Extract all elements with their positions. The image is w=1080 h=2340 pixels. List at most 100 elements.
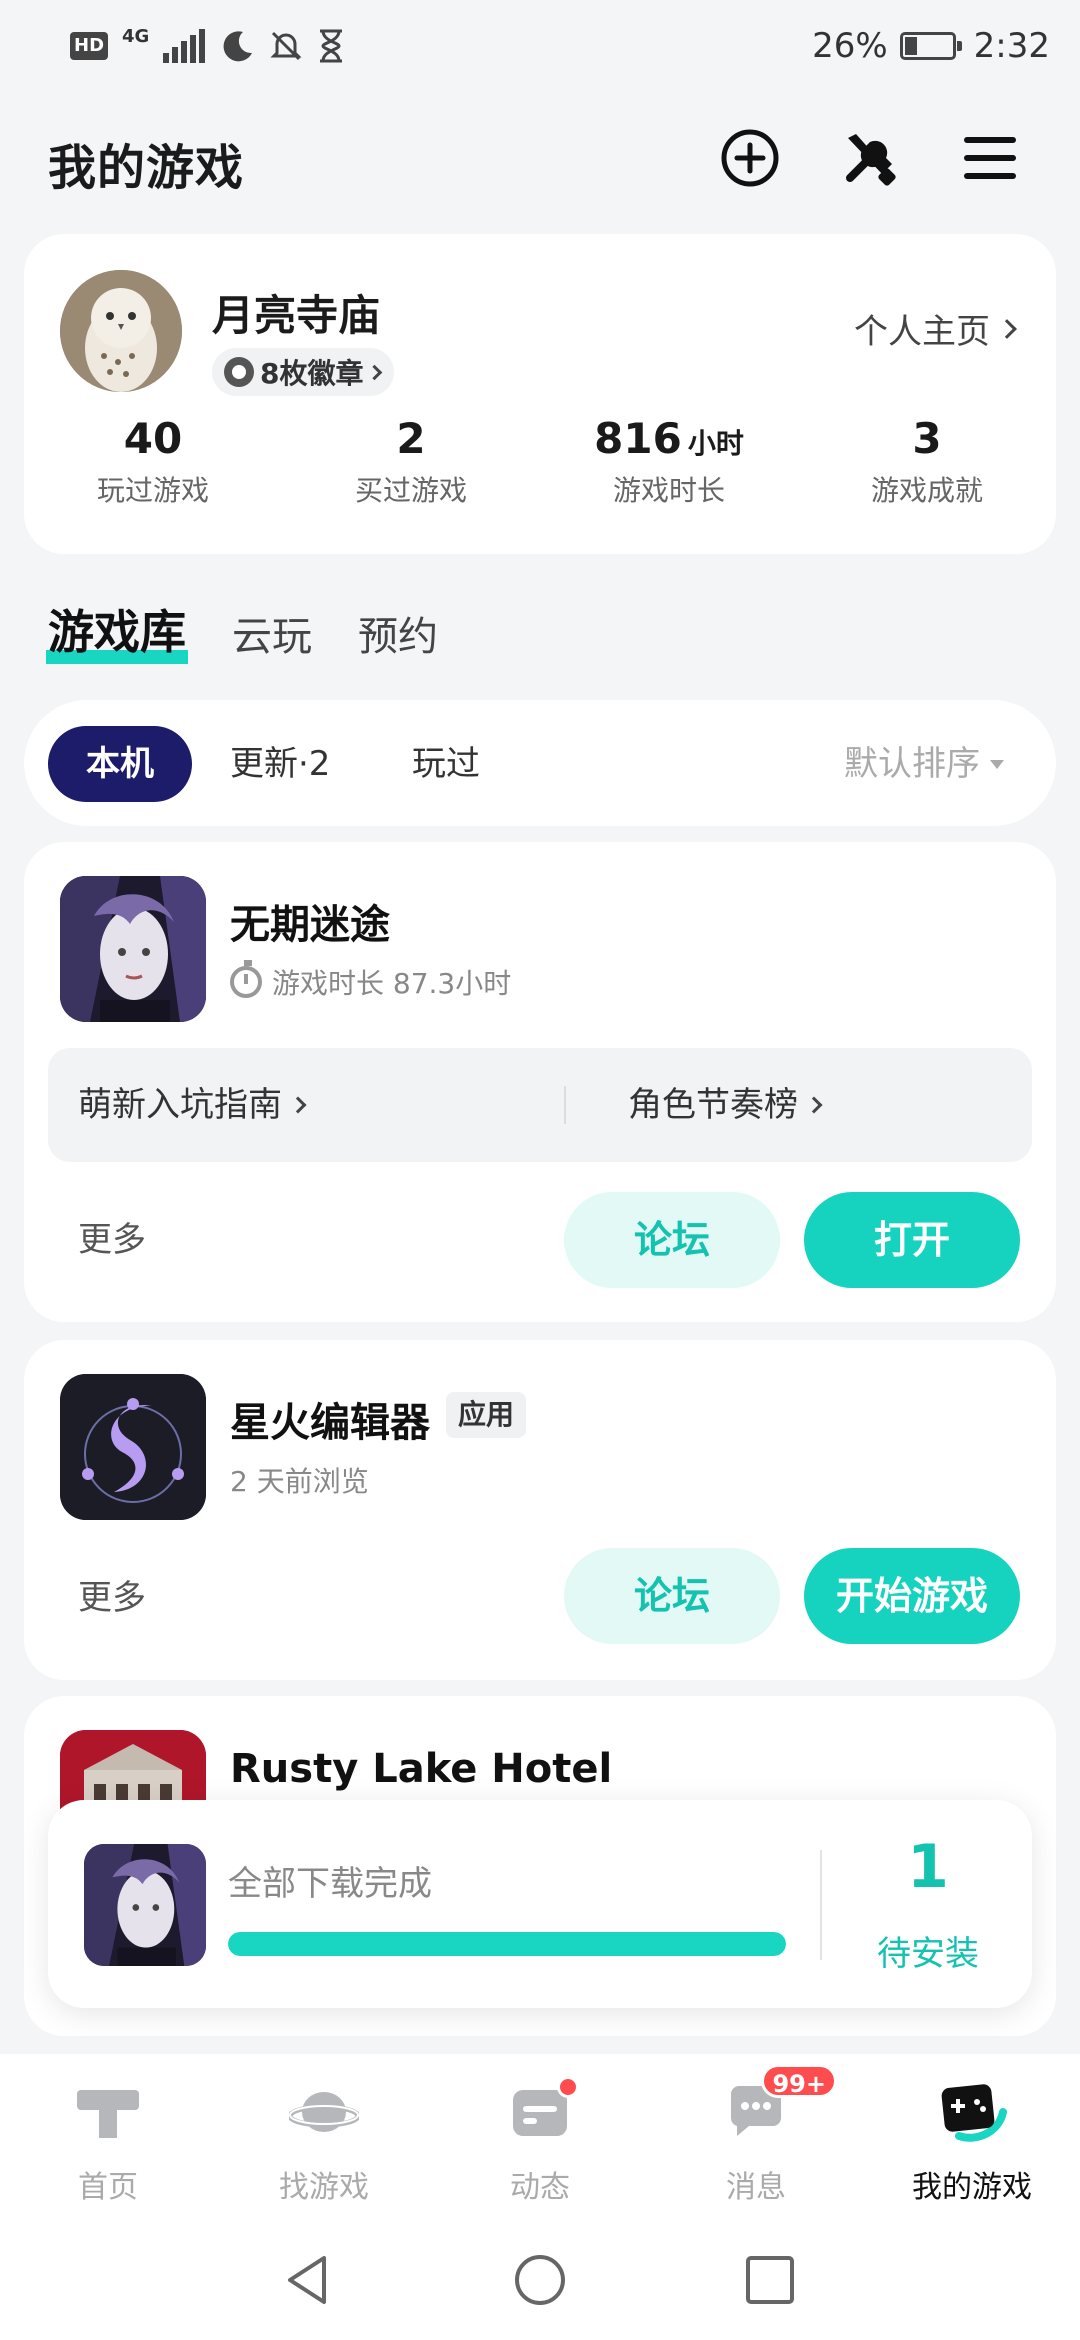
stat-value: 3 bbox=[912, 414, 942, 463]
spark-editor-logo bbox=[60, 1374, 206, 1520]
caret-down-icon bbox=[990, 759, 1004, 769]
app-tag: 应用 bbox=[446, 1392, 527, 1438]
home-circle-icon[interactable] bbox=[512, 2252, 568, 2308]
hourglass-icon bbox=[320, 29, 343, 63]
filter-updates[interactable]: 更新·2 bbox=[230, 726, 330, 802]
owl-avatar-image bbox=[60, 270, 182, 392]
nav-discover[interactable]: 找游戏 bbox=[216, 2054, 432, 2224]
stat-achievements[interactable]: 3 游戏成就 bbox=[798, 414, 1056, 509]
more-button[interactable]: 更多 bbox=[78, 1212, 146, 1261]
signal-icon bbox=[163, 29, 206, 63]
homepage-label: 个人主页 bbox=[854, 312, 990, 352]
guide-label: 萌新入坑指南 bbox=[78, 1085, 282, 1125]
chevron-right-icon bbox=[805, 1096, 823, 1114]
nav-messages[interactable]: 99+ 消息 bbox=[648, 2054, 864, 2224]
chevron-right-icon bbox=[367, 364, 383, 380]
notification-dot bbox=[557, 2076, 579, 2098]
battery-icon bbox=[899, 32, 962, 60]
back-icon[interactable] bbox=[280, 2252, 336, 2308]
game-title[interactable]: 星火编辑器 bbox=[230, 1390, 430, 1448]
gamepad-icon bbox=[941, 2084, 1007, 2142]
stat-label: 买过游戏 bbox=[354, 474, 467, 507]
forum-button[interactable]: 论坛 bbox=[564, 1192, 780, 1288]
stopwatch-icon bbox=[230, 960, 262, 998]
network-icon: 4G bbox=[122, 26, 150, 47]
stat-unit: 小时 bbox=[687, 427, 744, 460]
recents-icon[interactable] bbox=[742, 2252, 798, 2308]
open-button[interactable]: 打开 bbox=[804, 1192, 1020, 1288]
download-status: 全部下载完成 bbox=[228, 1864, 432, 1904]
guide-link-tier-list[interactable]: 角色节奏榜 bbox=[628, 1048, 823, 1162]
hd-icon: HD bbox=[70, 32, 109, 60]
homepage-link[interactable]: 个人主页 bbox=[854, 304, 1017, 353]
tools-button[interactable] bbox=[838, 126, 902, 190]
filter-local[interactable]: 本机 bbox=[48, 726, 192, 802]
profile-card: 月亮寺庙 8枚徽章 个人主页 40 玩过游戏 2 买过游戏 816 小时 游戏时长… bbox=[24, 234, 1056, 554]
game-title[interactable]: 无期迷途 bbox=[230, 892, 390, 950]
download-game-icon bbox=[84, 1844, 206, 1966]
nav-feed[interactable]: 动态 bbox=[432, 2054, 648, 2224]
chevron-right-icon bbox=[289, 1096, 307, 1114]
stat-played[interactable]: 40 玩过游戏 bbox=[24, 414, 282, 509]
user-name: 月亮寺庙 bbox=[212, 291, 381, 340]
game-cover-image bbox=[84, 1844, 206, 1966]
stat-label: 游戏成就 bbox=[870, 474, 983, 507]
nav-label: 动态 bbox=[510, 2170, 570, 2205]
nav-my-games[interactable]: 我的游戏 bbox=[864, 2054, 1080, 2224]
badges-label: 8枚徽章 bbox=[260, 357, 364, 390]
unread-badge: 99+ bbox=[761, 2064, 837, 2098]
stat-label: 游戏时长 bbox=[612, 474, 725, 507]
pending-install-count: 1 bbox=[907, 1832, 949, 1902]
avatar[interactable] bbox=[60, 270, 182, 392]
tab-reservations[interactable]: 预约 bbox=[358, 604, 438, 662]
tab-library[interactable]: 游戏库 bbox=[46, 596, 188, 664]
add-circle-icon bbox=[721, 129, 779, 187]
system-nav-bar bbox=[0, 2224, 1080, 2340]
forum-button[interactable]: 论坛 bbox=[564, 1548, 780, 1644]
stat-purchased[interactable]: 2 买过游戏 bbox=[282, 414, 540, 509]
download-progress-bar bbox=[228, 1932, 786, 1956]
game-icon[interactable] bbox=[60, 876, 206, 1022]
status-bar: HD 4G 26% 2:32 bbox=[0, 0, 1080, 92]
moon-icon bbox=[223, 31, 253, 62]
badges-button[interactable]: 8枚徽章 bbox=[212, 348, 395, 396]
divider bbox=[564, 1086, 566, 1124]
nav-label: 首页 bbox=[78, 2170, 138, 2205]
nav-home[interactable]: 首页 bbox=[0, 2054, 216, 2224]
guide-row: 萌新入坑指南 角色节奏榜 bbox=[48, 1048, 1032, 1162]
game-card: 无期迷途 游戏时长 87.3小时 萌新入坑指南 角色节奏榜 更多 论坛 打开 bbox=[24, 842, 1056, 1322]
menu-button[interactable] bbox=[958, 126, 1022, 190]
stat-playtime[interactable]: 816 小时 游戏时长 bbox=[540, 414, 798, 509]
nav-label: 消息 bbox=[726, 2170, 786, 2205]
download-progress-fill bbox=[228, 1932, 786, 1956]
game-title[interactable]: Rusty Lake Hotel bbox=[230, 1746, 612, 1792]
divider bbox=[820, 1850, 822, 1960]
sort-dropdown[interactable]: 默认排序 bbox=[844, 726, 1004, 802]
chevron-right-icon bbox=[997, 318, 1017, 339]
game-cover-image bbox=[60, 876, 206, 1022]
add-game-button[interactable] bbox=[718, 126, 782, 190]
stat-value: 2 bbox=[396, 414, 426, 463]
start-game-button[interactable]: 开始游戏 bbox=[804, 1548, 1020, 1644]
game-card: 星火编辑器 应用 2 天前浏览 更多 论坛 开始游戏 bbox=[24, 1340, 1056, 1680]
guide-label: 角色节奏榜 bbox=[628, 1085, 798, 1125]
download-toast[interactable]: 全部下载完成 1 待安装 bbox=[48, 1800, 1032, 2008]
planet-icon bbox=[289, 2092, 359, 2132]
bell-off-icon bbox=[270, 31, 302, 61]
bottom-nav: 首页 找游戏 动态 99+ 消息 我的游戏 bbox=[0, 2054, 1080, 2224]
feed-icon bbox=[505, 2076, 579, 2142]
status-right: 26% 2:32 bbox=[812, 26, 1050, 66]
stat-value: 40 bbox=[123, 414, 183, 463]
home-icon bbox=[77, 2090, 139, 2138]
tab-cloud-play[interactable]: 云玩 bbox=[232, 604, 312, 662]
playtime-text: 游戏时长 87.3小时 bbox=[272, 967, 512, 1000]
more-button[interactable]: 更多 bbox=[78, 1570, 146, 1619]
page-title: 我的游戏 bbox=[48, 140, 245, 196]
filter-played[interactable]: 玩过 bbox=[412, 726, 480, 802]
battery-percent: 26% bbox=[812, 26, 888, 66]
game-meta: 2 天前浏览 bbox=[230, 1460, 369, 1500]
guide-link-newbie[interactable]: 萌新入坑指南 bbox=[78, 1048, 307, 1162]
stat-value: 816 bbox=[594, 414, 682, 463]
game-icon[interactable] bbox=[60, 1374, 206, 1520]
nav-label: 我的游戏 bbox=[912, 2170, 1032, 2205]
